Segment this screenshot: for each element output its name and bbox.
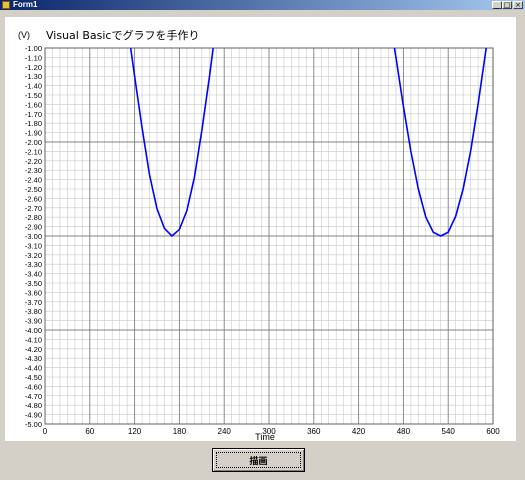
- x-tick-label: 600: [486, 427, 500, 436]
- chart-title: Visual Basicでグラフを手作り: [46, 28, 199, 42]
- y-tick-label: -3.40: [25, 270, 42, 279]
- y-tick-label: -2.80: [25, 213, 42, 222]
- y-tick-label: -3.70: [25, 298, 42, 307]
- y-tick-label: -2.20: [25, 157, 42, 166]
- draw-button[interactable]: 描画: [212, 448, 305, 472]
- y-axis-unit-label: (V): [18, 30, 30, 40]
- graph-chart: -1.00-1.10-1.20-1.30-1.40-1.50-1.60-1.70…: [18, 28, 500, 441]
- y-tick-label: -1.40: [25, 82, 42, 91]
- y-tick-label: -4.90: [25, 411, 42, 420]
- y-tick-label: -2.70: [25, 204, 42, 213]
- x-tick-label: 480: [397, 427, 411, 436]
- close-button[interactable]: ×: [513, 1, 523, 9]
- series-layer: [129, 48, 488, 237]
- y-tick-label: -4.40: [25, 364, 42, 373]
- y-tick-label: -3.00: [25, 232, 42, 241]
- y-tick-labels: -1.00-1.10-1.20-1.30-1.40-1.50-1.60-1.70…: [25, 44, 42, 429]
- y-tick-label: -4.50: [25, 373, 42, 382]
- x-tick-label: 540: [442, 427, 456, 436]
- y-tick-label: -1.60: [25, 100, 42, 109]
- x-tick-label: 60: [85, 427, 94, 436]
- y-tick-label: -4.10: [25, 335, 42, 344]
- y-tick-label: -4.80: [25, 401, 42, 410]
- x-tick-label: 240: [218, 427, 232, 436]
- y-tick-label: -5.00: [25, 420, 42, 429]
- y-tick-label: -1.30: [25, 72, 42, 81]
- y-tick-label: -4.70: [25, 392, 42, 401]
- y-tick-label: -1.00: [25, 44, 42, 53]
- y-tick-label: -2.00: [25, 138, 42, 147]
- y-tick-label: -3.90: [25, 317, 42, 326]
- y-tick-label: -1.80: [25, 119, 42, 128]
- y-tick-label: -4.30: [25, 354, 42, 363]
- x-tick-label: 360: [307, 427, 321, 436]
- x-axis-label: Time: [255, 432, 275, 441]
- y-tick-label: -1.20: [25, 63, 42, 72]
- y-tick-label: -2.10: [25, 147, 42, 156]
- y-tick-label: -2.90: [25, 223, 42, 232]
- y-tick-label: -2.60: [25, 194, 42, 203]
- y-tick-label: -3.30: [25, 260, 42, 269]
- y-tick-label: -4.00: [25, 326, 42, 335]
- y-tick-label: -1.50: [25, 91, 42, 100]
- window-title: Form1: [13, 0, 38, 9]
- y-tick-label: -2.50: [25, 185, 42, 194]
- y-tick-label: -3.80: [25, 307, 42, 316]
- x-tick-label: 180: [173, 427, 187, 436]
- y-tick-label: -1.90: [25, 129, 42, 138]
- y-tick-label: -4.60: [25, 382, 42, 391]
- focus-rect: [216, 452, 301, 468]
- y-tick-label: -3.60: [25, 288, 42, 297]
- y-tick-label: -3.20: [25, 251, 42, 260]
- y-tick-label: -1.10: [25, 53, 42, 62]
- graph-canvas-panel: -1.00 -1.10 -1.20 -1.30 -1.40 -1.50 -1.60 -1.70…: [5, 17, 516, 441]
- x-tick-label: 420: [352, 427, 366, 436]
- y-tick-label: -2.30: [25, 166, 42, 175]
- x-tick-label: 120: [128, 427, 142, 436]
- y-tick-label: -1.70: [25, 110, 42, 119]
- title-bar[interactable]: Form1 _ □ ×: [0, 0, 525, 10]
- minimize-button[interactable]: _: [492, 1, 502, 9]
- maximize-button[interactable]: □: [502, 1, 512, 9]
- y-tick-label: -3.10: [25, 241, 42, 250]
- y-tick-label: -4.20: [25, 345, 42, 354]
- y-tick-label: -2.40: [25, 176, 42, 185]
- app-form-icon[interactable]: [2, 1, 10, 9]
- y-tick-label: -3.50: [25, 279, 42, 288]
- x-tick-label: 0: [43, 427, 48, 436]
